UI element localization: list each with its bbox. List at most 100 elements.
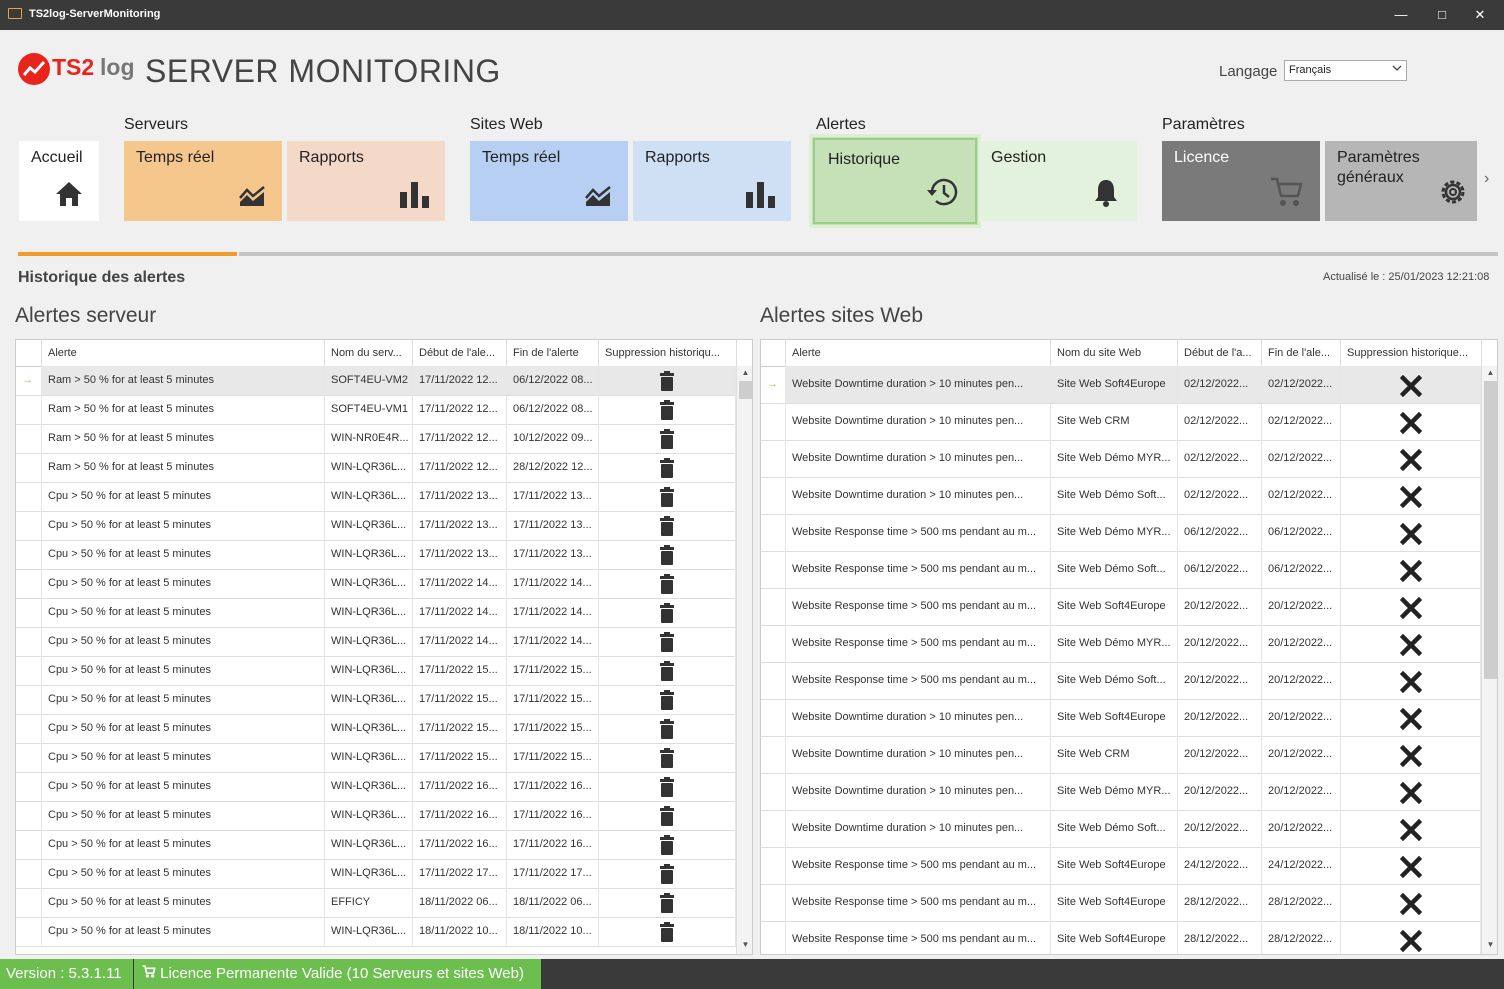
row-indicator[interactable]: [761, 625, 786, 662]
delete-x-button[interactable]: [1341, 625, 1481, 662]
table-row[interactable]: Cpu > 50 % for at least 5 minutes WIN-LQR…: [16, 685, 737, 715]
row-indicator[interactable]: →: [761, 366, 786, 403]
trash-button[interactable]: [599, 511, 736, 540]
close-button[interactable]: ✕: [1465, 5, 1495, 25]
table-row[interactable]: Cpu > 50 % for at least 5 minutes WIN-LQR…: [16, 540, 737, 570]
row-indicator[interactable]: [16, 917, 42, 946]
row-indicator[interactable]: [761, 514, 786, 551]
table-row[interactable]: Website Response time > 500 ms pendant a…: [761, 884, 1482, 922]
trash-button[interactable]: [599, 830, 736, 859]
row-indicator[interactable]: [16, 395, 42, 424]
row-indicator[interactable]: [16, 830, 42, 859]
tile-alertes-gestion[interactable]: Gestion: [979, 141, 1137, 221]
row-indicator[interactable]: [761, 884, 786, 921]
server-alerts-grid[interactable]: Alerte Nom du serv... Début de l'ale... …: [15, 339, 753, 955]
row-indicator[interactable]: [16, 801, 42, 830]
language-select[interactable]: Français: [1284, 60, 1407, 81]
table-row[interactable]: Website Downtime duration > 10 minutes p…: [761, 736, 1482, 774]
table-row[interactable]: Cpu > 50 % for at least 5 minutes WIN-LQR…: [16, 830, 737, 860]
trash-button[interactable]: [599, 482, 736, 511]
column-header-alerte[interactable]: Alerte: [42, 340, 325, 366]
row-indicator[interactable]: [16, 888, 42, 917]
delete-x-button[interactable]: [1341, 773, 1481, 810]
column-header-debut[interactable]: Début de l'a...: [1178, 340, 1262, 366]
row-indicator[interactable]: [16, 482, 42, 511]
web-alerts-scrollbar[interactable]: ▲ ▼: [1481, 366, 1497, 954]
table-row[interactable]: Cpu > 50 % for at least 5 minutes WIN-LQR…: [16, 656, 737, 686]
table-row[interactable]: Ram > 50 % for at least 5 minutes SOFT4EU…: [16, 395, 737, 425]
table-row[interactable]: Cpu > 50 % for at least 5 minutes WIN-LQR…: [16, 627, 737, 657]
column-header-serveur[interactable]: Nom du serv...: [325, 340, 413, 366]
delete-x-button[interactable]: [1341, 884, 1481, 921]
tile-sites-rapports[interactable]: Rapports: [633, 141, 791, 221]
trash-button[interactable]: [599, 859, 736, 888]
row-indicator[interactable]: [16, 714, 42, 743]
row-indicator[interactable]: [761, 736, 786, 773]
row-indicator[interactable]: [16, 627, 42, 656]
scroll-thumb[interactable]: [1484, 381, 1497, 679]
trash-button[interactable]: [599, 424, 736, 453]
trash-button[interactable]: [599, 772, 736, 801]
trash-button[interactable]: [599, 569, 736, 598]
delete-x-button[interactable]: [1341, 810, 1481, 847]
trash-button[interactable]: [599, 366, 736, 395]
trash-button[interactable]: [599, 453, 736, 482]
delete-x-button[interactable]: [1341, 477, 1481, 514]
table-row[interactable]: Website Response time > 500 ms pendant a…: [761, 625, 1482, 663]
chevron-right-icon[interactable]: ›: [1484, 170, 1489, 188]
table-row[interactable]: Website Downtime duration > 10 minutes p…: [761, 403, 1482, 441]
row-indicator[interactable]: [16, 743, 42, 772]
trash-button[interactable]: [599, 540, 736, 569]
delete-x-button[interactable]: [1341, 736, 1481, 773]
trash-button[interactable]: [599, 917, 736, 946]
scroll-down-icon[interactable]: ▼: [737, 938, 752, 952]
trash-button[interactable]: [599, 656, 736, 685]
table-row[interactable]: Cpu > 50 % for at least 5 minutes WIN-LQR…: [16, 743, 737, 773]
table-row[interactable]: Ram > 50 % for at least 5 minutes WIN-NR0…: [16, 424, 737, 454]
table-row[interactable]: Website Response time > 500 ms pendant a…: [761, 662, 1482, 700]
table-row[interactable]: Cpu > 50 % for at least 5 minutes EFFICY 1…: [16, 888, 737, 918]
tile-serveurs-rapports[interactable]: Rapports: [287, 141, 445, 221]
trash-button[interactable]: [599, 685, 736, 714]
row-indicator[interactable]: [761, 662, 786, 699]
row-indicator[interactable]: [16, 859, 42, 888]
trash-button[interactable]: [599, 743, 736, 772]
row-indicator[interactable]: [761, 810, 786, 847]
scroll-down-icon[interactable]: ▼: [1482, 938, 1497, 952]
table-row[interactable]: Cpu > 50 % for at least 5 minutes WIN-LQR…: [16, 569, 737, 599]
tile-parametres-generaux[interactable]: Paramètres généraux: [1325, 141, 1477, 221]
table-row[interactable]: Cpu > 50 % for at least 5 minutes WIN-LQR…: [16, 801, 737, 831]
scroll-thumb[interactable]: [739, 381, 752, 399]
table-row[interactable]: Cpu > 50 % for at least 5 minutes WIN-LQR…: [16, 482, 737, 512]
row-indicator[interactable]: →: [16, 366, 42, 395]
row-indicator[interactable]: [761, 551, 786, 588]
scroll-up-icon[interactable]: ▲: [737, 366, 752, 380]
row-indicator[interactable]: [761, 699, 786, 736]
table-row[interactable]: Website Downtime duration > 10 minutes p…: [761, 810, 1482, 848]
row-indicator[interactable]: [16, 569, 42, 598]
delete-x-button[interactable]: [1341, 662, 1481, 699]
column-header-fin[interactable]: Fin de l'ale...: [1262, 340, 1341, 366]
web-alerts-grid[interactable]: Alerte Nom du site Web Début de l'a... F…: [760, 339, 1498, 955]
row-indicator[interactable]: [761, 440, 786, 477]
trash-button[interactable]: [599, 395, 736, 424]
row-indicator[interactable]: [761, 773, 786, 810]
row-indicator[interactable]: [761, 588, 786, 625]
minimize-button[interactable]: —: [1386, 5, 1416, 25]
column-header-site[interactable]: Nom du site Web: [1051, 340, 1178, 366]
delete-x-button[interactable]: [1341, 847, 1481, 884]
delete-x-button[interactable]: [1341, 921, 1481, 954]
row-indicator[interactable]: [16, 772, 42, 801]
scroll-up-icon[interactable]: ▲: [1482, 366, 1497, 380]
row-indicator[interactable]: [761, 477, 786, 514]
table-row[interactable]: Website Response time > 500 ms pendant a…: [761, 921, 1482, 954]
table-row[interactable]: Website Response time > 500 ms pendant a…: [761, 847, 1482, 885]
row-indicator[interactable]: [761, 403, 786, 440]
row-indicator[interactable]: [16, 598, 42, 627]
table-row[interactable]: Cpu > 50 % for at least 5 minutes WIN-LQR…: [16, 859, 737, 889]
table-row[interactable]: Website Response time > 500 ms pendant a…: [761, 514, 1482, 552]
table-row[interactable]: Website Downtime duration > 10 minutes p…: [761, 773, 1482, 811]
tile-alertes-historique[interactable]: Historique: [809, 134, 981, 228]
table-row[interactable]: Website Downtime duration > 10 minutes p…: [761, 477, 1482, 515]
delete-x-button[interactable]: [1341, 699, 1481, 736]
